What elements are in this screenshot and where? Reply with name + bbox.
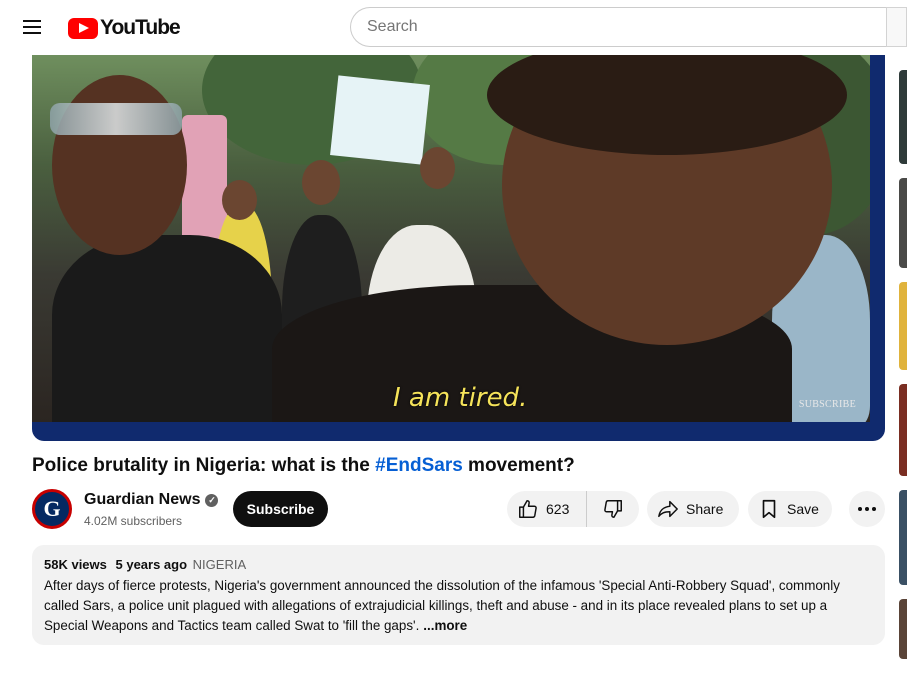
youtube-logo[interactable]: YouTube bbox=[68, 16, 181, 40]
video-player[interactable]: I am tired. SUBSCRIBE bbox=[32, 55, 885, 441]
thumbs-down-icon bbox=[604, 500, 622, 518]
subscribe-watermark[interactable]: SUBSCRIBE bbox=[799, 399, 856, 410]
share-button[interactable]: Share bbox=[647, 491, 739, 527]
verified-icon: ✓ bbox=[205, 493, 219, 507]
subscribe-button[interactable]: Subscribe bbox=[233, 491, 328, 527]
video-title: Police brutality in Nigeria: what is the… bbox=[32, 455, 575, 476]
save-button[interactable]: Save bbox=[748, 491, 832, 527]
hashtag-link[interactable]: #EndSars bbox=[375, 455, 463, 476]
masthead: YouTube bbox=[0, 0, 907, 55]
bookmark-icon bbox=[762, 499, 776, 519]
upload-age: 5 years ago bbox=[115, 557, 188, 572]
more-actions-icon[interactable] bbox=[849, 491, 885, 527]
dislike-button[interactable] bbox=[587, 491, 639, 527]
share-label: Share bbox=[686, 501, 724, 517]
channel-avatar[interactable]: G bbox=[32, 489, 72, 529]
youtube-play-icon bbox=[68, 17, 98, 39]
subscriber-count: 4.02M subscribers bbox=[84, 514, 183, 528]
channel-name[interactable]: Guardian News ✓ bbox=[84, 491, 219, 509]
video-caption: I am tired. bbox=[393, 383, 528, 413]
like-count: 623 bbox=[546, 501, 570, 517]
search-input[interactable] bbox=[351, 8, 887, 46]
video-frame: I am tired. SUBSCRIBE bbox=[32, 55, 870, 422]
share-icon bbox=[658, 500, 678, 518]
search-button[interactable] bbox=[886, 7, 907, 47]
video-meta: 58K views 5 years ago NIGERIA bbox=[44, 557, 873, 572]
like-dislike-group: 623 bbox=[507, 491, 639, 527]
description-box[interactable]: 58K views 5 years ago NIGERIA After days… bbox=[32, 545, 885, 645]
like-button[interactable]: 623 bbox=[507, 491, 587, 527]
search-box bbox=[350, 7, 887, 47]
related-videos-rail[interactable] bbox=[899, 70, 907, 673]
thumbs-up-icon bbox=[519, 500, 537, 518]
location-tag[interactable]: NIGERIA bbox=[193, 557, 246, 572]
description-text: After days of fierce protests, Nigeria's… bbox=[44, 578, 840, 633]
logo-text: YouTube bbox=[100, 16, 181, 39]
save-label: Save bbox=[787, 501, 819, 517]
show-more-link[interactable]: ...more bbox=[423, 618, 467, 633]
menu-icon[interactable] bbox=[20, 16, 44, 40]
view-count: 58K views bbox=[44, 557, 107, 572]
